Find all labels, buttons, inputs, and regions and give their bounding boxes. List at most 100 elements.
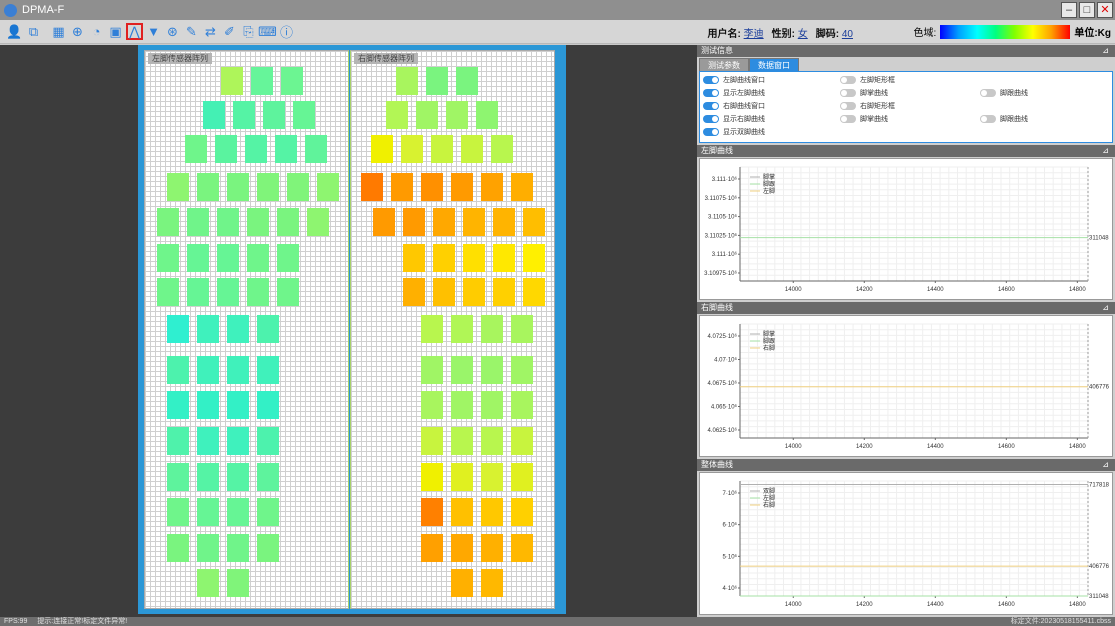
left-sensor-cell[interactable] xyxy=(187,244,209,272)
left-sensor-cell[interactable] xyxy=(227,569,249,597)
close-button[interactable]: ✕ xyxy=(1097,2,1113,18)
right-sensor-cell[interactable] xyxy=(421,498,443,526)
image-icon[interactable]: ▣ xyxy=(107,23,124,40)
right-sensor-cell[interactable] xyxy=(451,356,473,384)
right-sensor-cell[interactable] xyxy=(421,356,443,384)
minimize-button[interactable]: – xyxy=(1061,2,1077,18)
right-foot-chart[interactable]: 4.0725·10⁶ 4.07·10⁶ 4.0675·10⁶ 4.065·10⁶ 4.0… xyxy=(699,315,1113,457)
left-sensor-cell[interactable] xyxy=(257,534,279,562)
left-sensor-cell[interactable] xyxy=(275,135,297,163)
right-sensor-cell[interactable] xyxy=(481,569,503,597)
option-toggle[interactable]: 脚掌曲线 xyxy=(840,88,888,98)
edit-icon[interactable]: ✎ xyxy=(183,23,200,40)
target-icon[interactable]: ⊛ xyxy=(164,23,181,40)
pin-icon[interactable]: ⊿ xyxy=(1102,302,1109,314)
option-toggle[interactable]: 显示左脚曲线 xyxy=(703,88,765,98)
left-sensor-cell[interactable] xyxy=(185,135,207,163)
right-sensor-cell[interactable] xyxy=(511,173,533,201)
option-toggle[interactable]: 左脚曲线窗口 xyxy=(703,75,765,85)
right-sensor-cell[interactable] xyxy=(426,67,448,95)
keyboard-icon[interactable]: ⌨ xyxy=(258,23,277,40)
right-sensor-cell[interactable] xyxy=(403,278,425,306)
right-sensor-cell[interactable] xyxy=(456,67,478,95)
left-sensor-cell[interactable] xyxy=(197,391,219,419)
left-sensor-cell[interactable] xyxy=(197,463,219,491)
left-sensor-cell[interactable] xyxy=(197,534,219,562)
right-sensor-cell[interactable] xyxy=(481,534,503,562)
left-sensor-cell[interactable] xyxy=(293,101,315,129)
right-sensor-cell[interactable] xyxy=(511,498,533,526)
curve-icon[interactable]: ⋀ xyxy=(126,23,143,40)
left-sensor-cell[interactable] xyxy=(167,427,189,455)
total-chart[interactable]: 7·10⁶ 6·10⁶ 5·10⁶ 4·10⁶ 14000 14200 14400 14600… xyxy=(699,472,1113,615)
right-sensor-cell[interactable] xyxy=(431,135,453,163)
left-sensor-cell[interactable] xyxy=(245,135,267,163)
toggle-switch[interactable] xyxy=(980,89,996,97)
left-sensor-cell[interactable] xyxy=(197,173,219,201)
user-name[interactable]: 李迪 xyxy=(744,29,764,40)
left-sensor-cell[interactable] xyxy=(227,534,249,562)
maximize-button[interactable]: □ xyxy=(1079,2,1095,18)
toggle-switch[interactable] xyxy=(840,76,856,84)
right-sensor-cell[interactable] xyxy=(493,278,515,306)
right-sensor-cell[interactable] xyxy=(446,101,468,129)
right-sensor-cell[interactable] xyxy=(421,534,443,562)
left-sensor-cell[interactable] xyxy=(247,244,269,272)
left-sensor-cell[interactable] xyxy=(227,356,249,384)
left-sensor-cell[interactable] xyxy=(247,208,269,236)
toggle-switch[interactable] xyxy=(980,115,996,123)
right-sensor-cell[interactable] xyxy=(433,208,455,236)
toggle-switch[interactable] xyxy=(840,115,856,123)
option-toggle[interactable]: 脚掌曲线 xyxy=(840,114,888,124)
left-sensor-cell[interactable] xyxy=(167,534,189,562)
toggle-switch[interactable] xyxy=(703,115,719,123)
option-toggle[interactable]: 左脚矩形框 xyxy=(840,75,895,85)
option-toggle[interactable]: 脚跟曲线 xyxy=(980,88,1028,98)
left-sensor-cell[interactable] xyxy=(157,278,179,306)
right-sensor-cell[interactable] xyxy=(401,135,423,163)
left-sensor-cell[interactable] xyxy=(251,67,273,95)
left-sensor-cell[interactable] xyxy=(227,173,249,201)
brush-icon[interactable]: ✐ xyxy=(221,23,238,40)
right-sensor-cell[interactable] xyxy=(451,391,473,419)
right-sensor-cell[interactable] xyxy=(511,463,533,491)
pin-icon[interactable]: ⊿ xyxy=(1102,459,1109,471)
option-toggle[interactable]: 脚跟曲线 xyxy=(980,114,1028,124)
left-sensor-cell[interactable] xyxy=(257,173,279,201)
right-sensor-cell[interactable] xyxy=(403,244,425,272)
left-sensor-cell[interactable] xyxy=(257,463,279,491)
right-sensor-cell[interactable] xyxy=(433,278,455,306)
right-sensor-cell[interactable] xyxy=(523,244,545,272)
right-sensor-cell[interactable] xyxy=(511,315,533,343)
left-sensor-cell[interactable] xyxy=(197,498,219,526)
right-sensor-cell[interactable] xyxy=(451,463,473,491)
left-sensor-cell[interactable] xyxy=(217,244,239,272)
left-sensor-cell[interactable] xyxy=(197,569,219,597)
right-sensor-cell[interactable] xyxy=(511,391,533,419)
option-toggle[interactable]: 显示右脚曲线 xyxy=(703,114,765,124)
right-sensor-cell[interactable] xyxy=(451,173,473,201)
toggle-switch[interactable] xyxy=(703,102,719,110)
left-sensor-cell[interactable] xyxy=(227,463,249,491)
left-sensor-cell[interactable] xyxy=(167,173,189,201)
info-icon[interactable]: ⓘ xyxy=(278,23,295,40)
right-sensor-cell[interactable] xyxy=(386,101,408,129)
left-sensor-cell[interactable] xyxy=(167,498,189,526)
right-sensor-cell[interactable] xyxy=(511,356,533,384)
right-sensor-cell[interactable] xyxy=(481,315,503,343)
right-sensor-cell[interactable] xyxy=(476,101,498,129)
hand-icon[interactable]: ◔ xyxy=(88,23,105,40)
left-sensor-cell[interactable] xyxy=(215,135,237,163)
left-sensor-cell[interactable] xyxy=(217,278,239,306)
right-sensor-cell[interactable] xyxy=(511,534,533,562)
left-sensor-cell[interactable] xyxy=(281,67,303,95)
left-sensor-cell[interactable] xyxy=(197,356,219,384)
left-sensor-cell[interactable] xyxy=(227,427,249,455)
left-sensor-cell[interactable] xyxy=(197,427,219,455)
right-sensor-cell[interactable] xyxy=(451,498,473,526)
left-foot-chart[interactable]: 3.111·10⁶ 3.11075·10⁶ 3.1105·10⁶ 3.11025·10… xyxy=(699,158,1113,300)
user-icon[interactable]: 👤 xyxy=(6,23,23,40)
pin-icon[interactable]: ⊿ xyxy=(1102,45,1109,57)
left-sensor-cell[interactable] xyxy=(277,278,299,306)
toggle-switch[interactable] xyxy=(703,76,719,84)
